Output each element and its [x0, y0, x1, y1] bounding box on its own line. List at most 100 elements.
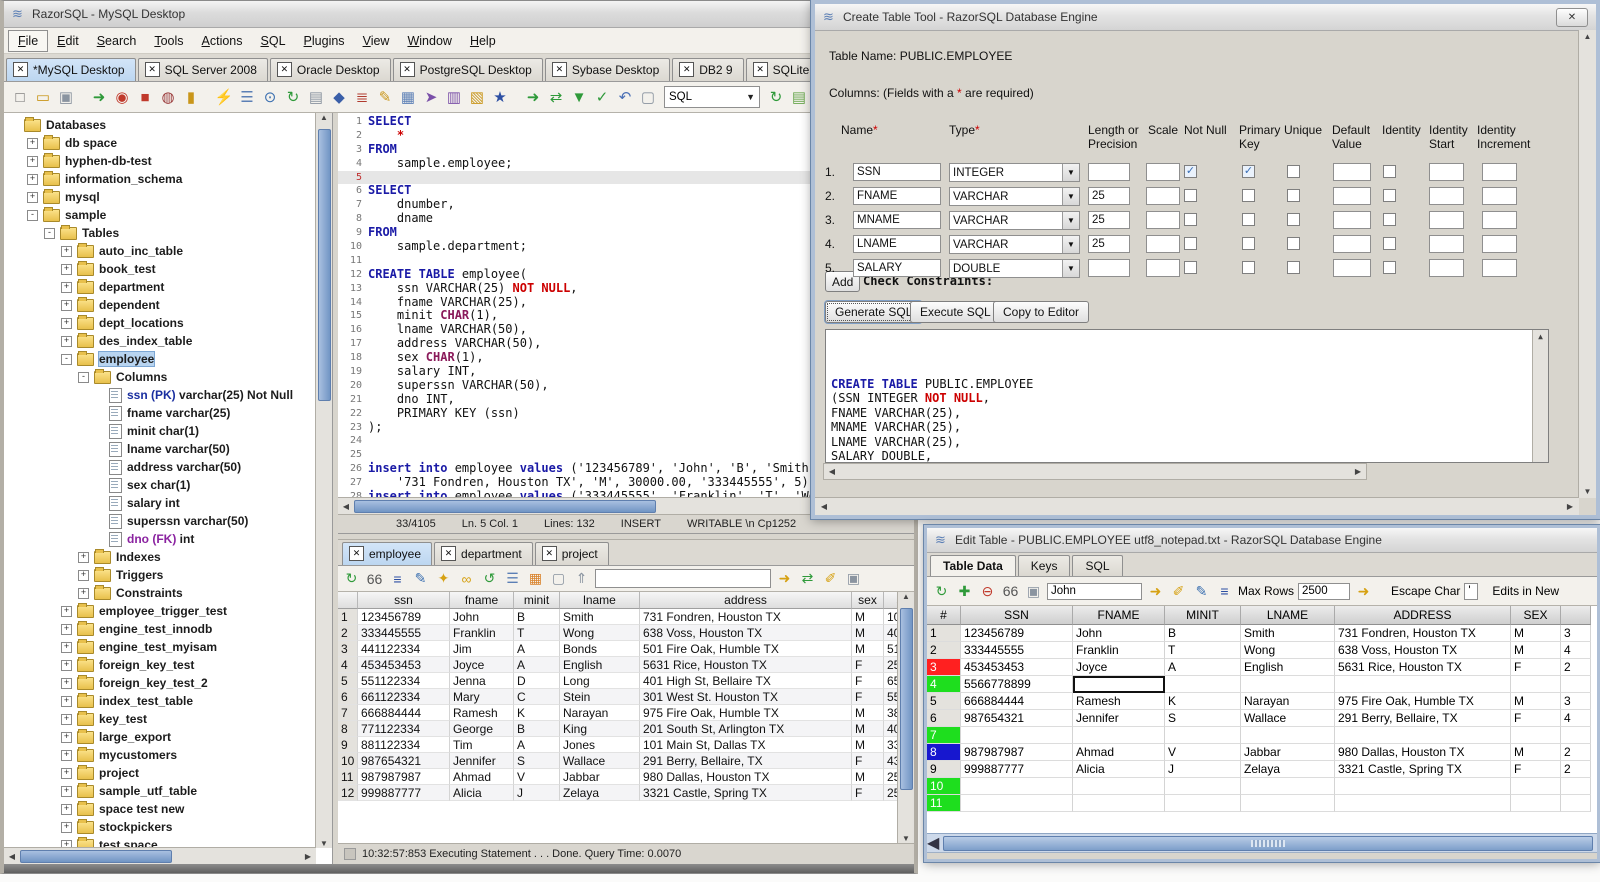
row-number[interactable]: 7: [338, 705, 358, 721]
cell[interactable]: Joyce: [450, 657, 514, 673]
cell[interactable]: M: [852, 705, 884, 721]
table-row[interactable]: 5 551122334 Jenna D Long 401 High St, Bellair…: [338, 673, 914, 689]
cell[interactable]: Smith: [560, 609, 640, 625]
tree-item[interactable]: ssn (PK) varchar(25) Not Null: [4, 386, 332, 404]
tree-item[interactable]: + book_test: [4, 260, 332, 278]
row-number[interactable]: 8: [927, 744, 961, 761]
statement-type-dropdown[interactable]: SQL ▼: [664, 86, 760, 108]
cell[interactable]: C: [514, 689, 560, 705]
column-name-input[interactable]: MNAME: [853, 211, 941, 229]
cell[interactable]: 999887777: [358, 785, 450, 801]
tree-item[interactable]: + department: [4, 278, 332, 296]
unique-checkbox[interactable]: [1287, 261, 1300, 274]
cell[interactable]: Tim: [450, 737, 514, 753]
connection-tab[interactable]: ✕ SQLite: [745, 58, 821, 81]
export-tool-icon[interactable]: ▥: [444, 87, 464, 107]
scroll-up-icon[interactable]: ▲: [902, 592, 910, 601]
main-titlebar[interactable]: ≋ RazorSQL - MySQL Desktop: [4, 1, 914, 28]
menu-tools[interactable]: Tools: [145, 31, 192, 51]
connection-tab[interactable]: ✕ PostgreSQL Desktop: [392, 58, 543, 81]
cell[interactable]: J: [514, 785, 560, 801]
cell[interactable]: 881122334: [358, 737, 450, 753]
cell[interactable]: Jennifer: [450, 753, 514, 769]
default-value-input[interactable]: [1333, 187, 1371, 205]
filter-icon[interactable]: ≡: [388, 569, 407, 588]
not-null-checkbox[interactable]: [1184, 213, 1197, 226]
column-header[interactable]: LNAME: [1241, 606, 1335, 625]
column-header[interactable]: [1561, 606, 1591, 625]
tree-item[interactable]: minit char(1): [4, 422, 332, 440]
table-row[interactable]: 7: [927, 727, 1597, 744]
tree-item[interactable]: + employee_trigger_test: [4, 602, 332, 620]
cell[interactable]: [1511, 676, 1561, 693]
cell[interactable]: M: [852, 625, 884, 641]
cell[interactable]: Jabbar: [560, 769, 640, 785]
connection-tab[interactable]: ✕ *MySQL Desktop: [6, 58, 136, 81]
cell[interactable]: 333445555: [961, 642, 1073, 659]
table-row[interactable]: 8 987987987 Ahmad V Jabbar 980 Dallas, Housto…: [927, 744, 1597, 761]
cell[interactable]: A: [514, 737, 560, 753]
cell[interactable]: 3321 Castle, Spring TX: [640, 785, 852, 801]
column-name-input[interactable]: SALARY: [853, 259, 941, 277]
results-vscrollbar[interactable]: ▲ ▼: [897, 592, 914, 843]
identity-checkbox[interactable]: [1383, 213, 1396, 226]
not-null-checkbox[interactable]: [1184, 237, 1197, 250]
execute-sql-button[interactable]: Execute SQL: [910, 301, 1001, 323]
cell[interactable]: Jim: [450, 641, 514, 657]
generated-sql-textarea[interactable]: ▲ CREATE TABLE PUBLIC.EMPLOYEE (SSN INTEG…: [825, 329, 1549, 478]
cell[interactable]: [1165, 676, 1241, 693]
cell[interactable]: Joyce: [1073, 659, 1165, 676]
cell[interactable]: [1165, 778, 1241, 795]
close-tab-icon[interactable]: ✕: [13, 62, 28, 77]
go-icon[interactable]: ➜: [1146, 582, 1165, 601]
cell[interactable]: M: [852, 769, 884, 785]
cell[interactable]: F: [852, 657, 884, 673]
rollback-icon[interactable]: ↶: [615, 87, 635, 107]
cell[interactable]: English: [1241, 659, 1335, 676]
cell[interactable]: 3321 Castle, Spring TX: [1335, 761, 1511, 778]
length-input[interactable]: [1088, 163, 1130, 181]
expand-icon[interactable]: +: [61, 839, 72, 847]
row-number[interactable]: 9: [927, 761, 961, 778]
expand-icon[interactable]: +: [61, 659, 72, 671]
cell[interactable]: J: [1165, 761, 1241, 778]
table-row[interactable]: 2 333445555 Franklin T Wong 638 Voss, Houston…: [927, 642, 1597, 659]
row-number[interactable]: 8: [338, 721, 358, 737]
cell[interactable]: V: [514, 769, 560, 785]
table-row[interactable]: 4 453453453 Joyce A English 5631 Rice, Housto…: [338, 657, 914, 673]
table-row[interactable]: 1 123456789 John B Smith 731 Fondren, Houston…: [338, 609, 914, 625]
connection-profile-icon[interactable]: ◍: [158, 87, 178, 107]
scale-input[interactable]: [1146, 187, 1180, 205]
cell[interactable]: 666884444: [358, 705, 450, 721]
expand-icon[interactable]: +: [78, 587, 89, 599]
link-icon[interactable]: ∞: [457, 569, 476, 588]
tree-item[interactable]: + key_test: [4, 710, 332, 728]
cell[interactable]: 501 Fire Oak, Humble TX: [640, 641, 852, 657]
connection-tab[interactable]: ✕ DB2 9: [672, 58, 744, 81]
primary-key-checkbox[interactable]: [1242, 261, 1255, 274]
result-tab[interactable]: ✕ project: [534, 542, 609, 565]
cell[interactable]: F: [1511, 659, 1561, 676]
tree-item[interactable]: salary int: [4, 494, 332, 512]
tree-vscrollbar[interactable]: ▲ ▼: [315, 113, 332, 848]
execute-all-icon[interactable]: ⇄: [546, 87, 566, 107]
close-tab-icon[interactable]: ✕: [276, 62, 292, 77]
cell[interactable]: Ahmad: [450, 769, 514, 785]
cell[interactable]: Ramesh: [450, 705, 514, 721]
expand-icon[interactable]: +: [61, 335, 72, 347]
tree-item[interactable]: superssn varchar(50): [4, 512, 332, 530]
window-vscrollbar[interactable]: ▲ ▼: [1578, 30, 1596, 498]
scroll-left-icon[interactable]: ◀: [818, 502, 830, 511]
table-row[interactable]: 11 987987987 Ahmad V Jabbar 980 Dallas, Houst…: [338, 769, 914, 785]
editor-copy-icon[interactable]: ▢: [638, 87, 658, 107]
expand-icon[interactable]: +: [61, 245, 72, 257]
window-hscrollbar[interactable]: ◀ ▶: [815, 497, 1579, 515]
tree-item[interactable]: + foreign_key_test_2: [4, 674, 332, 692]
cell[interactable]: John: [450, 609, 514, 625]
table-row[interactable]: 10: [927, 778, 1597, 795]
cell[interactable]: Jenna: [450, 673, 514, 689]
cell[interactable]: [1561, 676, 1591, 693]
row-number[interactable]: 6: [927, 710, 961, 727]
edit-cell-icon[interactable]: ✐: [821, 569, 840, 588]
cell[interactable]: 5566778899: [961, 676, 1073, 693]
